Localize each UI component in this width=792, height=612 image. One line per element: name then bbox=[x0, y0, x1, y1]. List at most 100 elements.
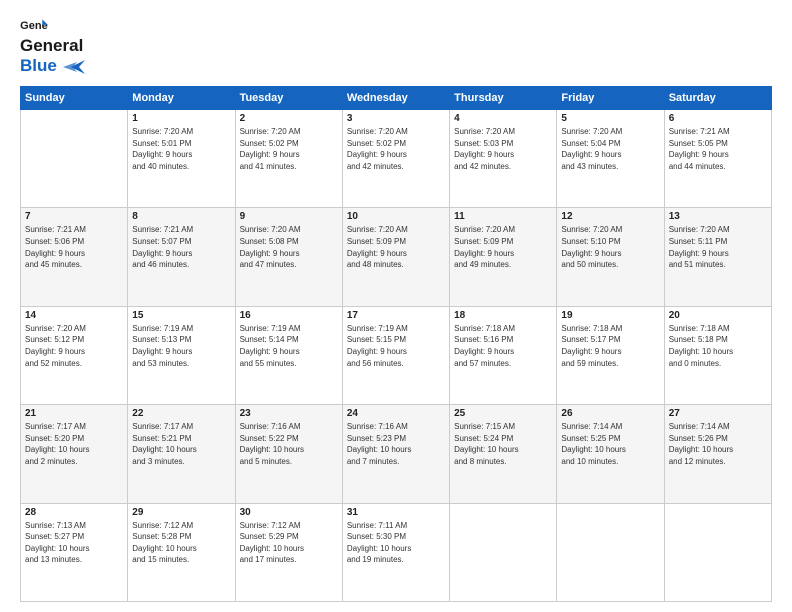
day-info: Sunrise: 7:17 AM Sunset: 5:21 PM Dayligh… bbox=[132, 421, 230, 467]
day-number: 21 bbox=[25, 408, 123, 419]
calendar-cell: 14 Sunrise: 7:20 AM Sunset: 5:12 PM Dayli… bbox=[21, 306, 128, 404]
day-number: 1 bbox=[132, 113, 230, 124]
day-info: Sunrise: 7:19 AM Sunset: 5:15 PM Dayligh… bbox=[347, 323, 445, 369]
day-info: Sunrise: 7:20 AM Sunset: 5:12 PM Dayligh… bbox=[25, 323, 123, 369]
day-info: Sunrise: 7:20 AM Sunset: 5:02 PM Dayligh… bbox=[347, 126, 445, 172]
day-number: 26 bbox=[561, 408, 659, 419]
calendar-cell: 4Sunrise: 7:20 AM Sunset: 5:03 PM Daylig… bbox=[450, 110, 557, 208]
logo-bird-icon bbox=[63, 60, 85, 74]
day-info: Sunrise: 7:21 AM Sunset: 5:06 PM Dayligh… bbox=[25, 224, 123, 270]
calendar-cell: 19 Sunrise: 7:18 AM Sunset: 5:17 PM Dayli… bbox=[557, 306, 664, 404]
weekday-header-thursday: Thursday bbox=[450, 87, 557, 110]
calendar-cell: 28 Sunrise: 7:13 AM Sunset: 5:27 PM Dayli… bbox=[21, 503, 128, 601]
day-info: Sunrise: 7:19 AM Sunset: 5:13 PM Dayligh… bbox=[132, 323, 230, 369]
day-number: 20 bbox=[669, 310, 767, 321]
day-info: Sunrise: 7:17 AM Sunset: 5:20 PM Dayligh… bbox=[25, 421, 123, 467]
calendar-cell: 30 Sunrise: 7:12 AM Sunset: 5:29 PM Dayli… bbox=[235, 503, 342, 601]
calendar-week-2: 7 Sunrise: 7:21 AM Sunset: 5:06 PM Daylig… bbox=[21, 208, 772, 306]
calendar-cell: 29 Sunrise: 7:12 AM Sunset: 5:28 PM Dayli… bbox=[128, 503, 235, 601]
calendar-cell: 12 Sunrise: 7:20 AM Sunset: 5:10 PM Dayli… bbox=[557, 208, 664, 306]
day-info: Sunrise: 7:21 AM Sunset: 5:05 PM Dayligh… bbox=[669, 126, 767, 172]
day-number: 31 bbox=[347, 507, 445, 518]
day-number: 6 bbox=[669, 113, 767, 124]
calendar-cell bbox=[557, 503, 664, 601]
day-info: Sunrise: 7:16 AM Sunset: 5:22 PM Dayligh… bbox=[240, 421, 338, 467]
day-info: Sunrise: 7:20 AM Sunset: 5:09 PM Dayligh… bbox=[454, 224, 552, 270]
calendar-cell: 31 Sunrise: 7:11 AM Sunset: 5:30 PM Dayli… bbox=[342, 503, 449, 601]
calendar-cell: 10 Sunrise: 7:20 AM Sunset: 5:09 PM Dayli… bbox=[342, 208, 449, 306]
day-number: 7 bbox=[25, 211, 123, 222]
day-info: Sunrise: 7:20 AM Sunset: 5:04 PM Dayligh… bbox=[561, 126, 659, 172]
day-info: Sunrise: 7:11 AM Sunset: 5:30 PM Dayligh… bbox=[347, 520, 445, 566]
weekday-header-friday: Friday bbox=[557, 87, 664, 110]
day-number: 24 bbox=[347, 408, 445, 419]
day-number: 18 bbox=[454, 310, 552, 321]
day-info: Sunrise: 7:13 AM Sunset: 5:27 PM Dayligh… bbox=[25, 520, 123, 566]
day-info: Sunrise: 7:18 AM Sunset: 5:18 PM Dayligh… bbox=[669, 323, 767, 369]
calendar-cell: 11 Sunrise: 7:20 AM Sunset: 5:09 PM Dayli… bbox=[450, 208, 557, 306]
calendar-cell: 7 Sunrise: 7:21 AM Sunset: 5:06 PM Daylig… bbox=[21, 208, 128, 306]
day-number: 22 bbox=[132, 408, 230, 419]
calendar-cell: 27 Sunrise: 7:14 AM Sunset: 5:26 PM Dayli… bbox=[664, 405, 771, 503]
calendar-cell: 25 Sunrise: 7:15 AM Sunset: 5:24 PM Dayli… bbox=[450, 405, 557, 503]
day-info: Sunrise: 7:15 AM Sunset: 5:24 PM Dayligh… bbox=[454, 421, 552, 467]
calendar-week-5: 28 Sunrise: 7:13 AM Sunset: 5:27 PM Dayli… bbox=[21, 503, 772, 601]
calendar-cell: 16 Sunrise: 7:19 AM Sunset: 5:14 PM Dayli… bbox=[235, 306, 342, 404]
day-number: 19 bbox=[561, 310, 659, 321]
calendar-week-3: 14 Sunrise: 7:20 AM Sunset: 5:12 PM Dayli… bbox=[21, 306, 772, 404]
calendar-cell bbox=[21, 110, 128, 208]
day-info: Sunrise: 7:20 AM Sunset: 5:08 PM Dayligh… bbox=[240, 224, 338, 270]
day-info: Sunrise: 7:20 AM Sunset: 5:09 PM Dayligh… bbox=[347, 224, 445, 270]
calendar-cell: 18 Sunrise: 7:18 AM Sunset: 5:16 PM Dayli… bbox=[450, 306, 557, 404]
day-number: 23 bbox=[240, 408, 338, 419]
day-number: 13 bbox=[669, 211, 767, 222]
day-number: 3 bbox=[347, 113, 445, 124]
day-info: Sunrise: 7:12 AM Sunset: 5:29 PM Dayligh… bbox=[240, 520, 338, 566]
logo: General General Blue bbox=[20, 18, 85, 76]
calendar-page: General General Blue SundayMondayTuesday… bbox=[0, 0, 792, 612]
day-info: Sunrise: 7:20 AM Sunset: 5:03 PM Dayligh… bbox=[454, 126, 552, 172]
day-number: 11 bbox=[454, 211, 552, 222]
calendar-cell: 1Sunrise: 7:20 AM Sunset: 5:01 PM Daylig… bbox=[128, 110, 235, 208]
day-number: 30 bbox=[240, 507, 338, 518]
day-number: 9 bbox=[240, 211, 338, 222]
day-info: Sunrise: 7:19 AM Sunset: 5:14 PM Dayligh… bbox=[240, 323, 338, 369]
day-info: Sunrise: 7:20 AM Sunset: 5:02 PM Dayligh… bbox=[240, 126, 338, 172]
calendar-cell: 5Sunrise: 7:20 AM Sunset: 5:04 PM Daylig… bbox=[557, 110, 664, 208]
day-number: 12 bbox=[561, 211, 659, 222]
day-number: 10 bbox=[347, 211, 445, 222]
calendar-cell bbox=[664, 503, 771, 601]
day-number: 27 bbox=[669, 408, 767, 419]
calendar-cell: 2 Sunrise: 7:20 AM Sunset: 5:02 PM Daylig… bbox=[235, 110, 342, 208]
day-info: Sunrise: 7:12 AM Sunset: 5:28 PM Dayligh… bbox=[132, 520, 230, 566]
day-number: 14 bbox=[25, 310, 123, 321]
weekday-header-monday: Monday bbox=[128, 87, 235, 110]
day-number: 2 bbox=[240, 113, 338, 124]
calendar-cell: 8Sunrise: 7:21 AM Sunset: 5:07 PM Daylig… bbox=[128, 208, 235, 306]
day-info: Sunrise: 7:18 AM Sunset: 5:17 PM Dayligh… bbox=[561, 323, 659, 369]
calendar-cell bbox=[450, 503, 557, 601]
day-number: 29 bbox=[132, 507, 230, 518]
calendar-cell: 13 Sunrise: 7:20 AM Sunset: 5:11 PM Dayli… bbox=[664, 208, 771, 306]
day-info: Sunrise: 7:20 AM Sunset: 5:10 PM Dayligh… bbox=[561, 224, 659, 270]
day-number: 25 bbox=[454, 408, 552, 419]
day-info: Sunrise: 7:16 AM Sunset: 5:23 PM Dayligh… bbox=[347, 421, 445, 467]
logo-blue: Blue bbox=[20, 56, 57, 75]
day-number: 28 bbox=[25, 507, 123, 518]
day-info: Sunrise: 7:21 AM Sunset: 5:07 PM Dayligh… bbox=[132, 224, 230, 270]
calendar-cell: 20 Sunrise: 7:18 AM Sunset: 5:18 PM Dayli… bbox=[664, 306, 771, 404]
calendar-cell: 17Sunrise: 7:19 AM Sunset: 5:15 PM Dayli… bbox=[342, 306, 449, 404]
logo-general: General bbox=[20, 36, 83, 55]
weekday-header-wednesday: Wednesday bbox=[342, 87, 449, 110]
day-info: Sunrise: 7:18 AM Sunset: 5:16 PM Dayligh… bbox=[454, 323, 552, 369]
calendar-cell: 26Sunrise: 7:14 AM Sunset: 5:25 PM Dayli… bbox=[557, 405, 664, 503]
day-info: Sunrise: 7:14 AM Sunset: 5:26 PM Dayligh… bbox=[669, 421, 767, 467]
calendar-header-row: SundayMondayTuesdayWednesdayThursdayFrid… bbox=[21, 87, 772, 110]
logo-icon: General bbox=[20, 18, 48, 36]
calendar-cell: 23 Sunrise: 7:16 AM Sunset: 5:22 PM Dayli… bbox=[235, 405, 342, 503]
day-info: Sunrise: 7:20 AM Sunset: 5:11 PM Dayligh… bbox=[669, 224, 767, 270]
calendar-cell: 21 Sunrise: 7:17 AM Sunset: 5:20 PM Dayli… bbox=[21, 405, 128, 503]
day-number: 16 bbox=[240, 310, 338, 321]
calendar-cell: 15Sunrise: 7:19 AM Sunset: 5:13 PM Dayli… bbox=[128, 306, 235, 404]
weekday-header-saturday: Saturday bbox=[664, 87, 771, 110]
